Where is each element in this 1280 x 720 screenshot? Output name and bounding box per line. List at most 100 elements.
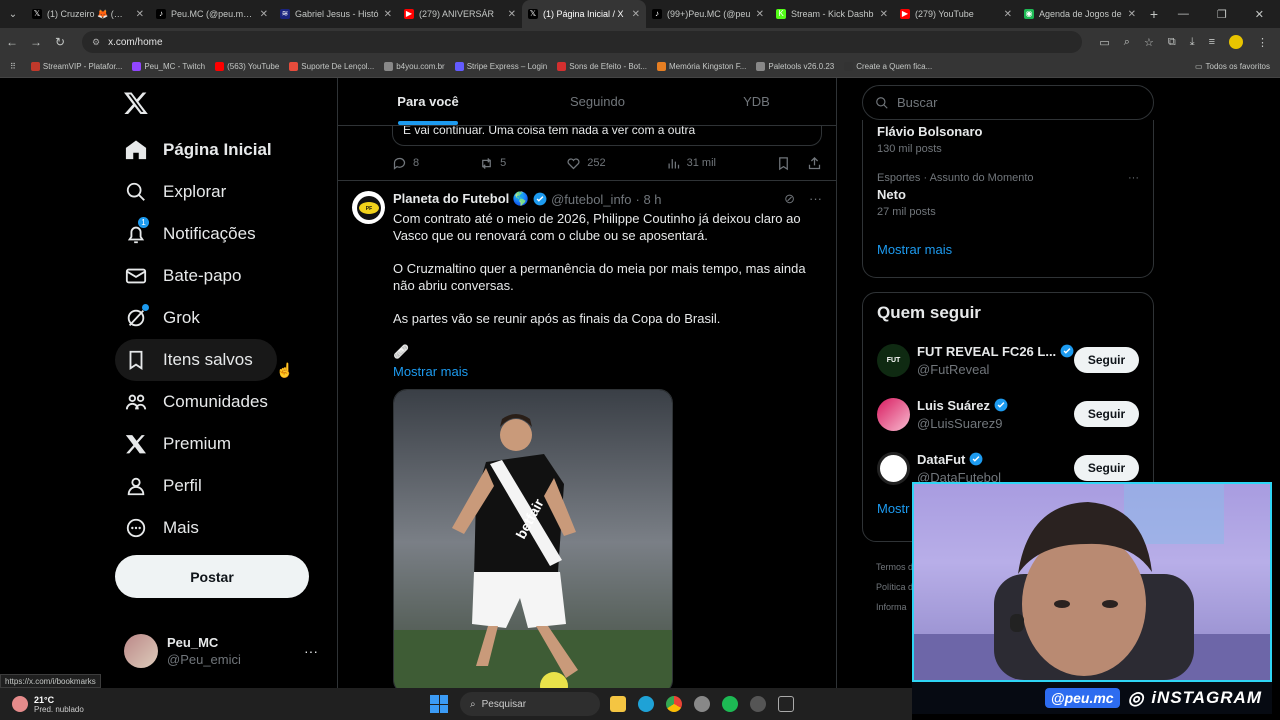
nav-notifications[interactable]: 1 Notificações xyxy=(115,213,345,255)
follow-button[interactable]: Seguir xyxy=(1074,347,1139,373)
avatar[interactable]: FUT xyxy=(877,343,910,377)
close-tab-icon[interactable]: ✕ xyxy=(1128,9,1136,20)
cast-icon[interactable]: ▭ xyxy=(1099,36,1109,49)
bookmark-icon[interactable] xyxy=(776,156,791,171)
nav-more[interactable]: Mais xyxy=(115,507,345,549)
browser-menu-icon[interactable]: ⋮ xyxy=(1257,36,1268,49)
close-tab-icon[interactable]: ✕ xyxy=(880,9,888,20)
url-field[interactable]: ⚙ x.com/home xyxy=(82,31,1082,53)
close-tab-icon[interactable]: ✕ xyxy=(136,9,144,20)
more-icon[interactable]: ··· xyxy=(304,643,318,659)
close-tab-icon[interactable]: ✕ xyxy=(260,9,268,20)
tweet-photo[interactable]: betfair xyxy=(393,389,673,688)
reading-list-icon[interactable]: ≡ xyxy=(1209,36,1215,48)
star-icon[interactable]: ☆ xyxy=(1144,36,1154,49)
tweet-time[interactable]: · 8 h xyxy=(636,192,662,207)
capcut-icon[interactable] xyxy=(778,696,794,712)
app-icon[interactable] xyxy=(750,696,766,712)
reload-button[interactable]: ↻ xyxy=(48,35,72,49)
trends-show-more-link[interactable]: Mostrar mais xyxy=(863,242,1153,257)
trend-item[interactable]: Flávio Bolsonaro 130 mil posts xyxy=(863,120,1153,172)
tab-following[interactable]: Seguindo xyxy=(518,78,677,125)
nav-home[interactable]: Página Inicial xyxy=(115,129,345,171)
account-switcher[interactable]: Peu_MC @Peu_emici ··· xyxy=(124,632,324,670)
download-icon[interactable]: ⤓ xyxy=(1190,36,1195,49)
quoted-post[interactable]: E vai continuar. Uma coisa tem nada a ve… xyxy=(392,126,822,146)
apps-icon[interactable]: ⠿ xyxy=(4,62,22,71)
tab-ydb[interactable]: YDB xyxy=(677,78,836,125)
browser-tab[interactable]: 𝕏 (1) Cruzeiro 🦊 (@Cr ✕ xyxy=(26,0,150,28)
more-icon[interactable]: ··· xyxy=(809,191,822,207)
reply-button[interactable]: 8 xyxy=(392,156,419,171)
follow-button[interactable]: Seguir xyxy=(1074,455,1139,481)
grok-icon[interactable]: ⊘ xyxy=(784,191,795,207)
new-tab-button[interactable]: + xyxy=(1142,6,1166,22)
close-tab-icon[interactable]: ✕ xyxy=(1004,9,1012,20)
tweet-author-name[interactable]: Planeta do Futebol 🌎 xyxy=(393,191,529,207)
back-button[interactable]: ← xyxy=(0,35,24,49)
avatar[interactable] xyxy=(877,451,910,485)
nav-communities[interactable]: Comunidades xyxy=(115,381,345,423)
follow-suggestion[interactable]: Luis Suárez @LuisSuarez9 Seguir xyxy=(863,387,1153,441)
bookmark-item[interactable]: Suporte De Lençol... xyxy=(284,62,379,71)
trend-item[interactable]: Esportes · Assunto do Momento ··· Neto 27… xyxy=(863,172,1153,232)
more-icon[interactable]: ··· xyxy=(1128,172,1139,184)
x-logo-icon[interactable] xyxy=(123,90,149,116)
bookmark-item[interactable]: StreamVIP - Platafor... xyxy=(26,62,127,71)
browser-tab[interactable]: ▶ (279) YouTube ✕ xyxy=(894,0,1018,28)
like-button[interactable]: 252 xyxy=(566,156,606,171)
settings-icon[interactable] xyxy=(694,696,710,712)
bookmark-item[interactable]: Peu_MC - Twitch xyxy=(127,62,210,71)
close-window-button[interactable]: ✕ xyxy=(1255,8,1264,21)
minimize-button[interactable]: — xyxy=(1178,8,1189,21)
close-tab-icon[interactable]: ✕ xyxy=(632,9,640,20)
tweet-author-handle[interactable]: @futebol_info xyxy=(551,192,631,207)
taskbar-search[interactable]: ⌕ Pesquisar xyxy=(460,692,600,716)
repost-button[interactable]: 5 xyxy=(479,156,506,171)
bookmark-item[interactable]: b4you.com.br xyxy=(379,62,449,71)
follow-button[interactable]: Seguir xyxy=(1074,401,1139,427)
bookmark-item[interactable]: Sons de Efeito - Bot... xyxy=(552,62,652,71)
weather-widget[interactable]: 21°C Pred. nublado xyxy=(0,695,430,714)
nav-profile[interactable]: Perfil xyxy=(115,465,345,507)
bookmark-item[interactable]: Paletools v26.0.23 xyxy=(751,62,839,71)
profile-avatar[interactable] xyxy=(1229,35,1243,49)
avatar[interactable] xyxy=(877,397,910,431)
nav-messages[interactable]: Bate-papo xyxy=(115,255,345,297)
share-icon[interactable] xyxy=(807,156,822,171)
close-tab-icon[interactable]: ✕ xyxy=(756,9,764,20)
nav-explore[interactable]: Explorar xyxy=(115,171,345,213)
browser-tab[interactable]: K Stream - Kick Dashb ✕ xyxy=(770,0,894,28)
extensions-icon[interactable]: ⧉ xyxy=(1168,36,1176,49)
browser-tab[interactable]: ▶ (279) ANIVERSÁR ✕ xyxy=(398,0,522,28)
browser-tab[interactable]: ≋ Gabriel Jesus - Histó ✕ xyxy=(274,0,398,28)
views-button[interactable]: 31 mil xyxy=(666,156,716,171)
nav-premium[interactable]: Premium xyxy=(115,423,345,465)
close-tab-icon[interactable]: ✕ xyxy=(384,9,392,20)
browser-tab[interactable]: ♪ (99+)Peu.MC (@peu ✕ xyxy=(646,0,770,28)
site-info-icon[interactable]: ⚙ xyxy=(92,37,100,48)
tab-search-button[interactable]: ⌄ xyxy=(0,9,26,20)
bookmark-item[interactable]: Stripe Express – Login xyxy=(450,62,553,71)
search-input[interactable]: Buscar xyxy=(862,85,1154,120)
file-explorer-icon[interactable] xyxy=(610,696,626,712)
tweet[interactable]: PF Planeta do Futebol 🌎 @futebol_info · … xyxy=(338,180,836,688)
forward-button[interactable]: → xyxy=(24,35,48,49)
bookmark-item[interactable]: Create a Quem fica... xyxy=(839,62,937,71)
browser-tab[interactable]: ♪ Peu.MC (@peu.mc) | ✕ xyxy=(150,0,274,28)
bookmark-item[interactable]: (563) YouTube xyxy=(210,62,284,71)
chrome-icon[interactable] xyxy=(666,696,682,712)
avatar[interactable]: PF xyxy=(352,191,385,224)
tab-for-you[interactable]: Para você xyxy=(338,78,518,125)
spotify-icon[interactable] xyxy=(722,696,738,712)
browser-tab[interactable]: 𝕏 (1) Página Inicial / X ✕ xyxy=(522,0,646,28)
all-bookmarks-folder[interactable]: ▭ Todos os favoritos xyxy=(1190,62,1280,71)
close-tab-icon[interactable]: ✕ xyxy=(508,9,516,20)
bookmark-item[interactable]: Memória Kingston F... xyxy=(652,62,751,71)
browser-tab[interactable]: ◉ Agenda de Jogos de ✕ xyxy=(1018,0,1142,28)
nav-grok[interactable]: Grok xyxy=(115,297,345,339)
show-more-link[interactable]: Mostrar mais xyxy=(393,364,822,379)
post-button[interactable]: Postar xyxy=(115,555,309,598)
zoom-icon[interactable]: ⌕ xyxy=(1124,36,1130,49)
edge-icon[interactable] xyxy=(638,696,654,712)
